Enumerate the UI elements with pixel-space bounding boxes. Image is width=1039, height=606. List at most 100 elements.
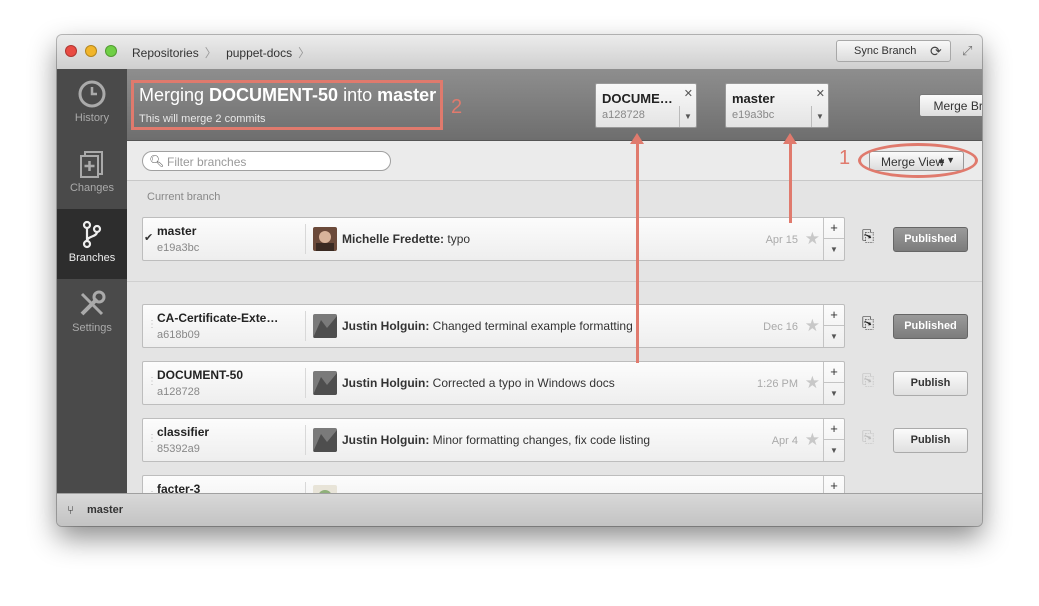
zoom-window-button[interactable] [105, 45, 117, 57]
commit-author: Michelle Fredette: typo [342, 232, 470, 246]
divider [305, 224, 306, 254]
sync-branch-label: Sync Branch [854, 45, 917, 57]
merge-target-branch[interactable]: master e19a3bc ✕ ▼ [725, 83, 829, 128]
author-name: Michelle Fredette: [342, 232, 445, 246]
fullscreen-icon[interactable]: ⤢ [962, 43, 972, 59]
sidebar-item-changes[interactable]: Changes [57, 139, 127, 209]
divider [305, 368, 306, 398]
history-icon [78, 80, 106, 108]
publish-button[interactable]: Publish [893, 428, 968, 453]
close-window-button[interactable] [65, 45, 77, 57]
plus-icon[interactable]: + [824, 362, 844, 383]
branches-icon [82, 220, 102, 249]
changes-icon [80, 151, 103, 178]
sync-icon: ⟳ [930, 43, 942, 59]
annotation-box [131, 80, 443, 130]
annotation-number: 2 [451, 96, 463, 118]
sidebar-item-branches[interactable]: Branches [57, 209, 127, 279]
branch-sha: a618b09 [157, 329, 200, 341]
current-branch-status: master [87, 504, 124, 516]
settings-icon [80, 290, 106, 316]
annotation-arrow-line [636, 143, 639, 363]
search-icon: 🔍︎ [149, 154, 165, 168]
star-icon[interactable]: ★ [805, 229, 820, 249]
branch-row[interactable]: ⋮ CA-Certificate-Exte… a618b09 Justin Ho… [142, 304, 845, 348]
filter-bar: 🔍︎ 1 Merge View ▲▼ [127, 141, 982, 181]
chevron-down-icon[interactable]: ▼ [811, 106, 828, 127]
commit-date: Dec 16 [763, 321, 798, 333]
avatar [313, 428, 337, 452]
drag-handle-icon[interactable]: ⋮ [147, 319, 157, 330]
author-name: Justin Holguin: [342, 319, 430, 333]
branch-list: Current branch ✔ master e19a3bc Michelle… [127, 181, 982, 493]
drag-handle-icon[interactable]: ⋮ [147, 376, 157, 387]
plus-icon[interactable]: + [824, 476, 844, 493]
annotation-number: 1 [839, 147, 851, 169]
branch-stepper: + [823, 476, 844, 493]
breadcrumb-repositories[interactable]: Repositories [132, 46, 199, 60]
publish-status-icon: ⎘ [862, 429, 875, 446]
plus-icon[interactable]: + [824, 218, 844, 239]
drag-handle-icon[interactable]: ⋮ [147, 433, 157, 444]
source-branch-name: DOCUME… [602, 91, 673, 106]
branch-name: classifier [157, 425, 210, 439]
plus-icon[interactable]: + [824, 419, 844, 440]
published-button[interactable]: Published [893, 227, 968, 252]
branch-stepper: + ▼ [823, 419, 844, 461]
star-icon[interactable]: ★ [805, 316, 820, 336]
branch-row[interactable]: ⋮ facter-3 + [142, 475, 845, 493]
current-branch-row[interactable]: ✔ master e19a3bc Michelle Fredette: typo… [142, 217, 845, 261]
close-icon[interactable]: ✕ [816, 87, 825, 100]
sidebar-item-label: Branches [68, 252, 116, 264]
commit-date: Apr 15 [765, 234, 798, 246]
breadcrumb-repo[interactable]: puppet-docs [226, 46, 292, 60]
commit-author: Justin Holguin: Changed terminal example… [342, 319, 633, 333]
branch-stepper: + ▼ [823, 362, 844, 404]
chevron-down-icon[interactable]: ▼ [824, 440, 844, 461]
publish-status-icon: ⎘ [862, 315, 875, 332]
source-branch-sha: a128728 [602, 109, 645, 121]
minimize-window-button[interactable] [85, 45, 97, 57]
chevron-right-icon: 〉 [298, 46, 311, 60]
branch-sha: 85392a9 [157, 443, 200, 455]
annotation-arrow-line [789, 143, 792, 223]
sidebar: History Changes Branches Settings [57, 69, 127, 493]
publish-button[interactable]: Publish [893, 371, 968, 396]
sidebar-item-history[interactable]: History [57, 69, 127, 139]
chevron-down-icon[interactable]: ▼ [824, 383, 844, 404]
publish-status-icon: ⎘ [862, 228, 875, 245]
published-button[interactable]: Published [893, 314, 968, 339]
branch-sha: e19a3bc [157, 242, 200, 254]
branch-row[interactable]: ⋮ DOCUMENT-50 a128728 Justin Holguin: Co… [142, 361, 845, 405]
avatar [313, 371, 337, 395]
status-bar: ⑂ master [57, 493, 982, 526]
commit-message: Corrected a typo in Windows docs [432, 376, 615, 390]
chevron-down-icon[interactable]: ▼ [824, 326, 844, 347]
plus-icon[interactable]: + [824, 305, 844, 326]
branch-name: master [157, 224, 197, 238]
filter-branches-input[interactable] [165, 154, 384, 170]
avatar [313, 314, 337, 338]
avatar [313, 227, 337, 251]
divider [305, 425, 306, 455]
breadcrumb: Repositories 〉 puppet-docs 〉 [132, 44, 316, 61]
close-icon[interactable]: ✕ [684, 87, 693, 100]
chevron-down-icon[interactable]: ▼ [679, 106, 696, 127]
sidebar-item-settings[interactable]: Settings [57, 279, 127, 349]
sync-branch-button[interactable]: Sync Branch ⟳ [836, 40, 951, 62]
commit-message: Minor formatting changes, fix code listi… [432, 433, 651, 447]
star-icon[interactable]: ★ [805, 373, 820, 393]
commit-author: Justin Holguin: Corrected a typo in Wind… [342, 376, 615, 390]
current-branch-label: Current branch [147, 191, 221, 203]
filter-field: 🔍︎ [142, 151, 391, 171]
star-icon[interactable]: ★ [805, 430, 820, 450]
merge-branches-button[interactable]: Merge Branches [919, 94, 982, 117]
branch-row[interactable]: ⋮ classifier 85392a9 Justin Holguin: Min… [142, 418, 845, 462]
merge-header: Merging DOCUMENT-50 into master This wil… [127, 69, 982, 141]
annotation-arrowhead [783, 133, 797, 144]
author-name: Justin Holguin: [342, 376, 430, 390]
chevron-down-icon[interactable]: ▼ [824, 239, 844, 260]
merge-source-branch[interactable]: DOCUME… a128728 ✕ ▼ [595, 83, 697, 128]
commit-date: Apr 4 [771, 435, 798, 447]
divider [305, 311, 306, 341]
